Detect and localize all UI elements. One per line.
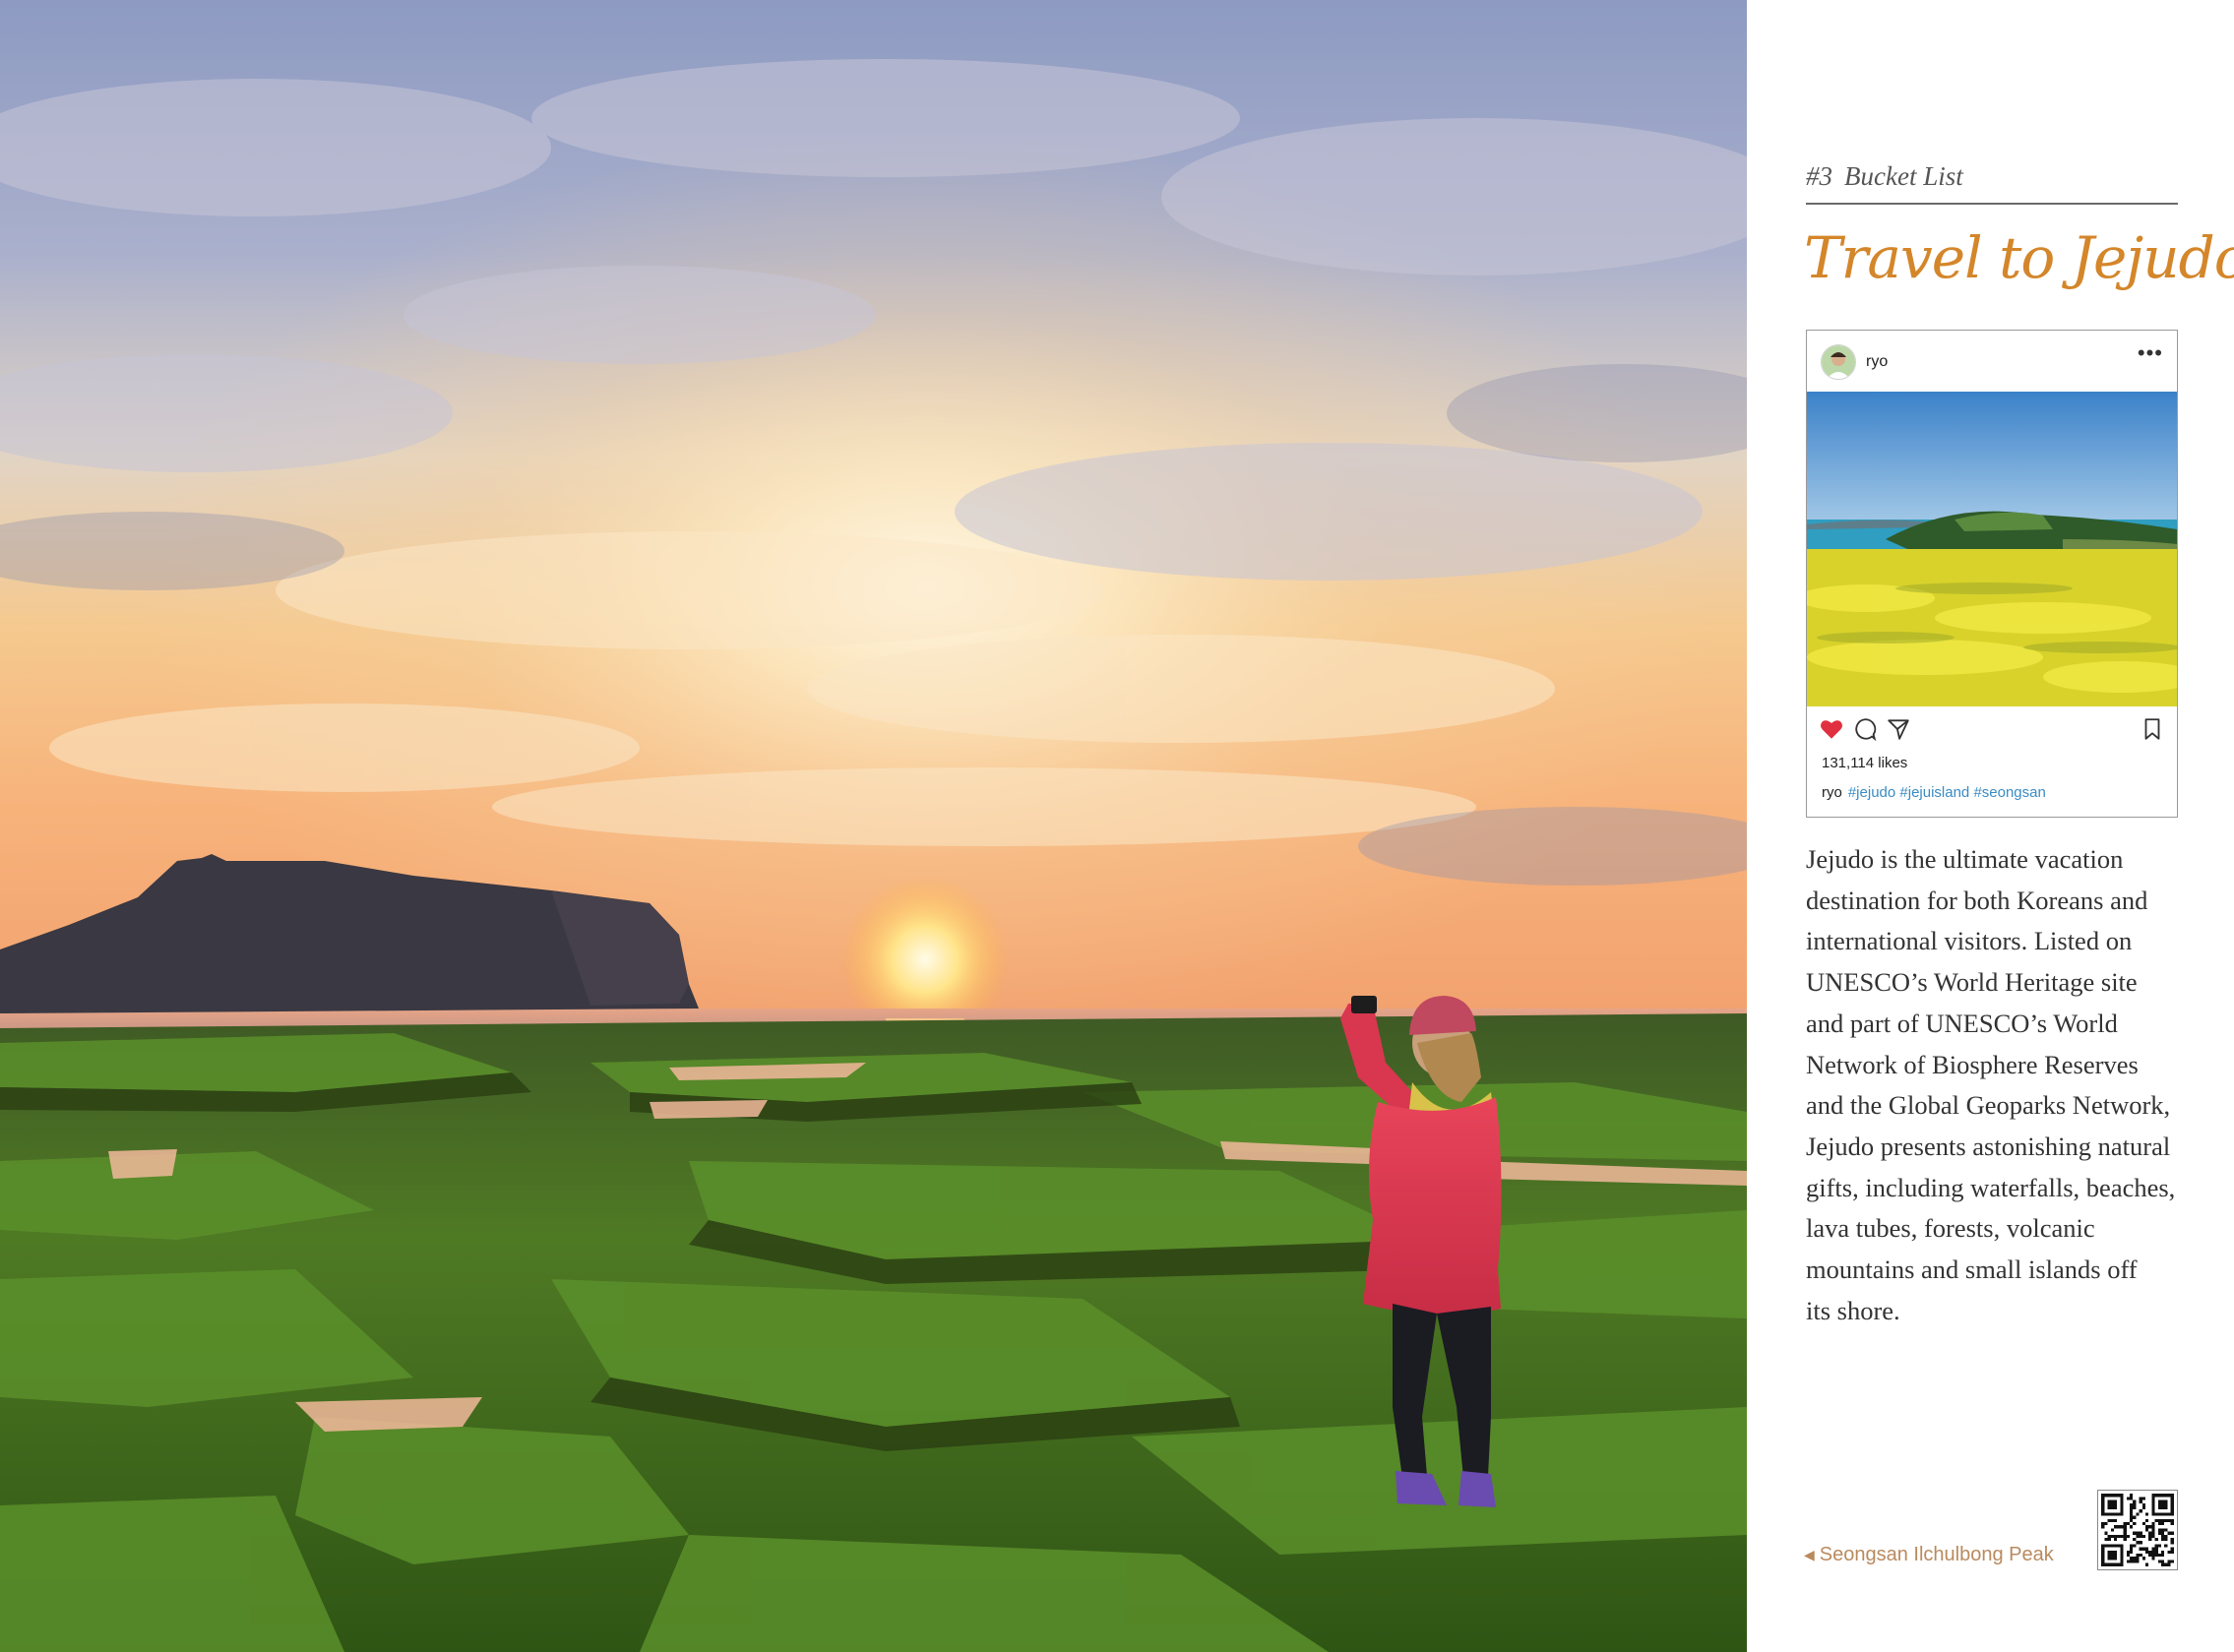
eyebrow-label: Bucket List	[1844, 161, 1963, 191]
photo-caption-text: Seongsan Ilchulbong Peak	[1819, 1544, 2054, 1565]
body-line: international visitors. Listed on	[1806, 926, 2133, 956]
post-caption: ryo #jejudo #jejuisland #seongsan	[1822, 784, 2046, 801]
body-line: mountains and small islands off	[1806, 1254, 2138, 1285]
comment-icon[interactable]	[1852, 716, 1878, 742]
likes-count[interactable]: 131,114 likes	[1822, 755, 1907, 771]
body-line: Jejudo presents astonishing natural	[1806, 1131, 2171, 1161]
sidebar-column: #3 Bucket List Travel to Jejudo ryo •••	[1747, 0, 2234, 1652]
caption-arrow-icon: ◀	[1804, 1547, 1815, 1562]
post-actions	[1807, 712, 2177, 748]
body-line: Jejudo is the ultimate vacation	[1806, 844, 2124, 874]
eyebrow-number: #3	[1806, 161, 1832, 191]
section-eyebrow: #3 Bucket List	[1806, 161, 2178, 205]
body-line: and part of UNESCO’s World	[1806, 1008, 2118, 1038]
hashtags[interactable]: #jejudo #jejuisland #seongsan	[1848, 784, 2046, 801]
post-username[interactable]: ryo	[1866, 353, 1888, 371]
avatar[interactable]	[1821, 344, 1856, 380]
photo-caption: ◀ Seongsan Ilchulbong Peak	[1804, 1544, 2054, 1566]
body-line: its shore.	[1806, 1295, 1900, 1325]
post-header: ryo •••	[1807, 331, 2177, 392]
heart-icon[interactable]	[1819, 716, 1844, 742]
hero-photo	[0, 0, 1747, 1652]
more-options-icon[interactable]: •••	[2138, 342, 2163, 364]
post-image[interactable]	[1807, 392, 2177, 706]
share-icon[interactable]	[1886, 716, 1911, 742]
body-line: destination for both Koreans and	[1806, 885, 2148, 915]
body-line: and the Global Geoparks Network,	[1806, 1090, 2171, 1121]
body-line: UNESCO’s World Heritage site	[1806, 967, 2138, 998]
body-line: Network of Biosphere Reserves	[1806, 1049, 2139, 1079]
caption-username[interactable]: ryo	[1822, 784, 1842, 801]
body-line: gifts, including waterfalls, beaches,	[1806, 1172, 2176, 1202]
social-post-card: ryo ••• 131,114 likes ryo #jejudo #jejui…	[1806, 330, 2178, 818]
page-title: Travel to Jejudo	[1804, 224, 2234, 291]
body-line: lava tubes, forests, volcanic	[1806, 1213, 2095, 1244]
article-body: Jejudo is the ultimate vacation destinat…	[1806, 839, 2200, 1331]
qr-code[interactable]	[2097, 1490, 2178, 1570]
bookmark-icon[interactable]	[2140, 716, 2165, 742]
